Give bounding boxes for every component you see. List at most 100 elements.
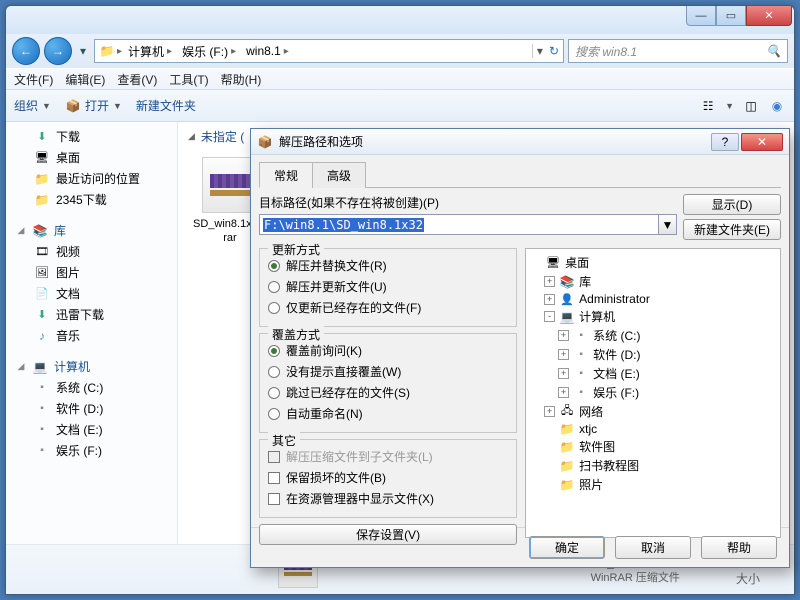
- navigation-pane: 下载桌面最近访问的位置2345下载 ◢库 视频图片文档迅雷下载音乐 ◢计算机 系…: [6, 122, 178, 544]
- tree-node[interactable]: +文档 (E:): [530, 364, 776, 383]
- expand-icon[interactable]: +: [558, 349, 569, 360]
- save-settings-button[interactable]: 保存设置(V): [259, 524, 517, 545]
- nav-item[interactable]: 图片: [6, 262, 177, 283]
- destination-path-input[interactable]: F:\win8.1\SD_win8.1x32: [259, 214, 659, 235]
- tree-node[interactable]: 软件图: [530, 437, 776, 456]
- nav-header-libraries[interactable]: ◢库: [6, 220, 177, 241]
- tree-node[interactable]: +娱乐 (F:): [530, 383, 776, 402]
- minimize-button[interactable]: —: [686, 6, 716, 26]
- options-column: 更新方式 解压并替换文件(R) 解压并更新文件(U) 仅更新已经存在的文件(F)…: [259, 248, 517, 538]
- menu-edit[interactable]: 编辑(E): [65, 71, 105, 88]
- tree-node[interactable]: +网络: [530, 402, 776, 421]
- search-input[interactable]: 搜索 win8.1 🔍: [568, 39, 788, 63]
- chevron-down-icon[interactable]: ▼: [725, 101, 734, 111]
- radio-freshen-existing[interactable]: 仅更新已经存在的文件(F): [268, 297, 508, 318]
- folder-icon: [559, 459, 575, 473]
- expand-icon[interactable]: +: [558, 387, 569, 398]
- menu-help[interactable]: 帮助(H): [221, 71, 262, 88]
- expand-icon[interactable]: +: [558, 368, 569, 379]
- preview-pane-button[interactable]: ◫: [742, 98, 760, 114]
- nav-item[interactable]: 音乐: [6, 325, 177, 346]
- nav-item[interactable]: 软件 (D:): [6, 398, 177, 419]
- expand-icon[interactable]: +: [544, 276, 555, 287]
- nav-item[interactable]: 下载: [6, 126, 177, 147]
- nav-back-button[interactable]: ←: [12, 37, 40, 65]
- display-button[interactable]: 显示(D): [683, 194, 781, 215]
- nav-item[interactable]: 2345下载: [6, 189, 177, 210]
- dialog-close-button[interactable]: ✕: [741, 133, 783, 151]
- breadcrumb[interactable]: 娱乐 (F:)▸: [178, 43, 240, 60]
- refresh-icon[interactable]: ↻: [549, 44, 559, 58]
- nav-item[interactable]: 视频: [6, 241, 177, 262]
- down-icon: [34, 130, 50, 144]
- dialog-titlebar[interactable]: 📦 解压路径和选项 ? ✕: [251, 129, 789, 155]
- computer-icon: [559, 310, 575, 324]
- new-folder-button[interactable]: 新建文件夹(E): [683, 219, 781, 240]
- radio-icon: [268, 366, 280, 378]
- nav-item[interactable]: 桌面: [6, 147, 177, 168]
- tree-node[interactable]: xtjc: [530, 421, 776, 437]
- expand-icon[interactable]: +: [558, 330, 569, 341]
- group-title: 更新方式: [268, 241, 324, 258]
- cancel-button[interactable]: 取消: [615, 536, 691, 559]
- radio-extract-replace[interactable]: 解压并替换文件(R): [268, 255, 508, 276]
- nav-item[interactable]: 文档 (E:): [6, 419, 177, 440]
- nav-header-computer[interactable]: ◢计算机: [6, 356, 177, 377]
- tree-node[interactable]: +系统 (C:): [530, 326, 776, 345]
- check-show-in-explorer[interactable]: 在资源管理器中显示文件(X): [268, 488, 508, 509]
- menu-tools[interactable]: 工具(T): [169, 71, 208, 88]
- check-keep-broken[interactable]: 保留损坏的文件(B): [268, 467, 508, 488]
- address-actions: ▾ ↻: [532, 44, 559, 58]
- radio-auto-rename[interactable]: 自动重命名(N): [268, 403, 508, 424]
- expand-icon[interactable]: +: [544, 294, 555, 305]
- checkbox-icon: [268, 493, 280, 505]
- archive-icon: 📦: [257, 135, 273, 149]
- video-icon: [34, 245, 50, 259]
- ok-button[interactable]: 确定: [529, 536, 605, 559]
- down-icon: [34, 308, 50, 322]
- nav-item[interactable]: 文档: [6, 283, 177, 304]
- nav-item[interactable]: 系统 (C:): [6, 377, 177, 398]
- path-dropdown-button[interactable]: ▼: [659, 214, 677, 235]
- folder-tree[interactable]: 桌面+库+Administrator-计算机+系统 (C:)+软件 (D:)+文…: [525, 248, 781, 538]
- tree-node[interactable]: 照片: [530, 475, 776, 494]
- organize-button[interactable]: 组织 ▼: [14, 97, 51, 114]
- help-button[interactable]: 帮助: [701, 536, 777, 559]
- breadcrumb[interactable]: 计算机▸: [124, 43, 176, 60]
- expand-icon[interactable]: -: [544, 311, 555, 322]
- chevron-down-icon[interactable]: ▾: [537, 44, 543, 58]
- toolbar: 组织 ▼ 📦 打开 ▼ 新建文件夹 ☷ ▼ ◫ ◉: [6, 90, 794, 122]
- breadcrumb[interactable]: win8.1▸: [242, 44, 293, 58]
- tree-node[interactable]: 扫书教程图: [530, 456, 776, 475]
- menu-view[interactable]: 查看(V): [117, 71, 157, 88]
- tab-advanced[interactable]: 高级: [312, 162, 366, 188]
- help-icon[interactable]: ◉: [768, 98, 786, 114]
- view-mode-button[interactable]: ☷: [699, 98, 717, 114]
- nav-item[interactable]: 最近访问的位置: [6, 168, 177, 189]
- radio-icon: [268, 281, 280, 293]
- maximize-button[interactable]: ▭: [716, 6, 746, 26]
- tree-node[interactable]: -计算机: [530, 307, 776, 326]
- radio-icon: [268, 302, 280, 314]
- radio-extract-update[interactable]: 解压并更新文件(U): [268, 276, 508, 297]
- close-button[interactable]: ✕: [746, 6, 792, 26]
- tree-node[interactable]: +软件 (D:): [530, 345, 776, 364]
- radio-ask-before-overwrite[interactable]: 覆盖前询问(K): [268, 340, 508, 361]
- radio-overwrite-no-prompt[interactable]: 没有提示直接覆盖(W): [268, 361, 508, 382]
- expand-icon[interactable]: +: [544, 406, 555, 417]
- open-button[interactable]: 📦 打开 ▼: [65, 97, 122, 114]
- address-bar[interactable]: ▸ 计算机▸ 娱乐 (F:)▸ win8.1▸ ▾ ↻: [94, 39, 564, 63]
- dialog-help-button[interactable]: ?: [711, 133, 739, 151]
- menu-file[interactable]: 文件(F): [14, 71, 53, 88]
- nav-forward-button[interactable]: →: [44, 37, 72, 65]
- radio-skip-existing[interactable]: 跳过已经存在的文件(S): [268, 382, 508, 403]
- tree-node[interactable]: 桌面: [530, 253, 776, 272]
- drive-icon: [573, 386, 589, 400]
- tree-node[interactable]: +库: [530, 272, 776, 291]
- tab-general[interactable]: 常规: [259, 162, 313, 188]
- new-folder-button[interactable]: 新建文件夹: [136, 97, 196, 114]
- nav-item[interactable]: 娱乐 (F:): [6, 440, 177, 461]
- nav-history-dropdown[interactable]: ▾: [76, 44, 90, 58]
- tree-node[interactable]: +Administrator: [530, 291, 776, 307]
- nav-item[interactable]: 迅雷下载: [6, 304, 177, 325]
